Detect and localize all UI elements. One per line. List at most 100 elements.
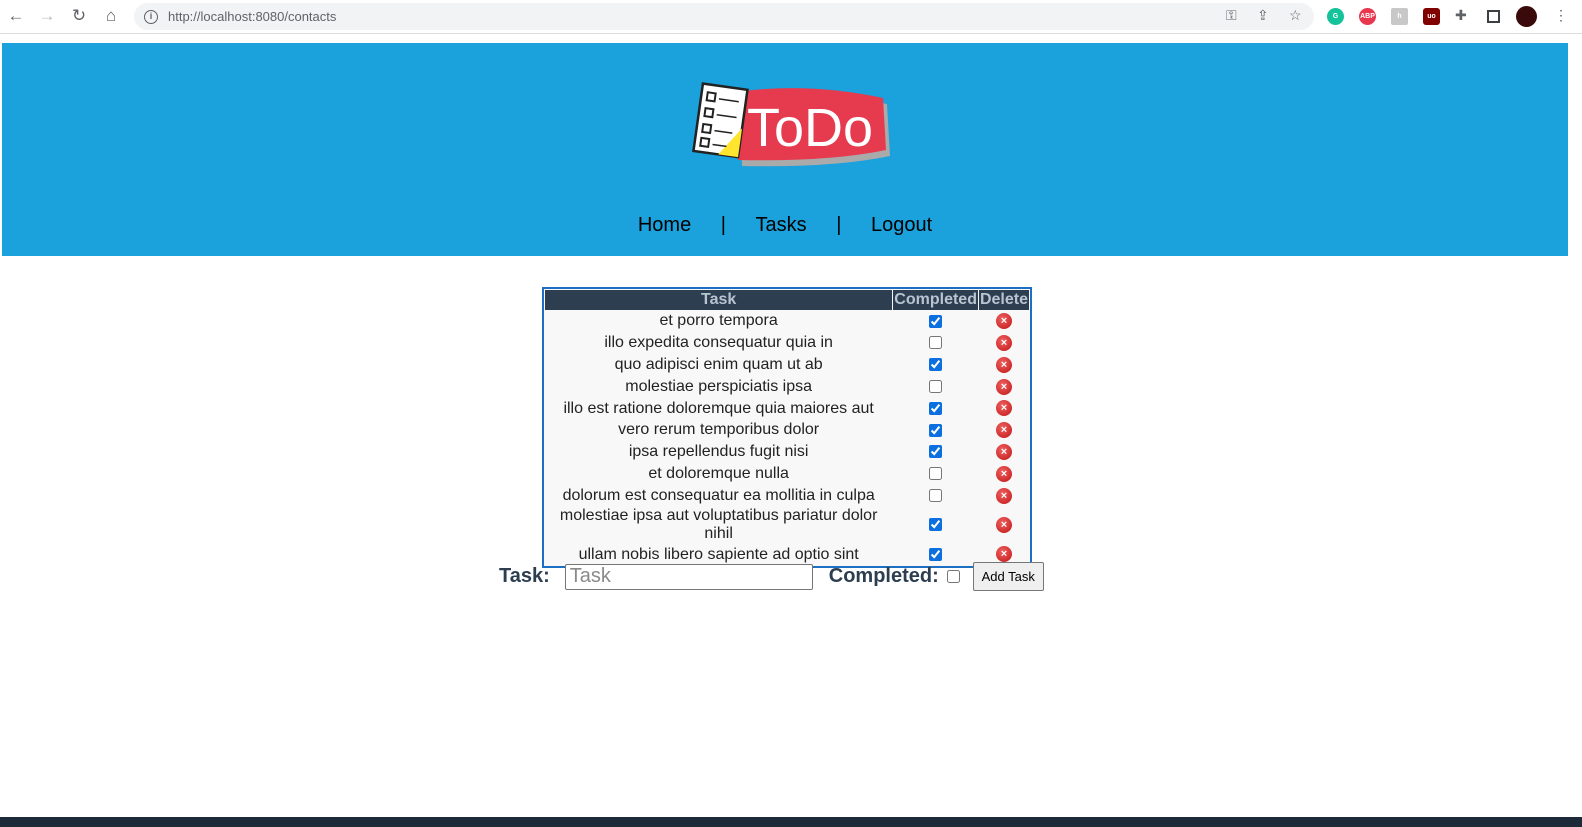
extension-icon[interactable]: h (1391, 8, 1408, 25)
task-name: dolorum est consequatur ea mollitia in c… (562, 486, 875, 504)
task-label: Task: (499, 565, 550, 587)
table-row: et doloremque nulla × (545, 464, 1029, 485)
url-path: :8080/contacts (251, 9, 337, 24)
completed-checkbox[interactable] (946, 570, 960, 583)
add-task-button[interactable]: Add Task (972, 562, 1044, 591)
task-name: illo expedita consequatur quia in (604, 334, 833, 352)
table-row: dolorum est consequatur ea mollitia in c… (545, 485, 1029, 506)
task-name: quo adipisci enim quam ut ab (614, 355, 823, 373)
table-row: illo expedita consequatur quia in × (545, 333, 1029, 354)
delete-icon[interactable]: × (995, 313, 1012, 330)
task-name: et porro tempora (659, 312, 778, 330)
ublock-icon[interactable]: uo (1423, 8, 1440, 25)
address-bar[interactable]: i http://localhost:8080/contacts (134, 3, 1314, 30)
task-name: illo est ratione doloremque quia maiores… (563, 399, 874, 417)
nav-tasks[interactable]: Tasks (756, 214, 807, 236)
puzzle-icon[interactable]: ✚ (1455, 7, 1467, 24)
delete-icon[interactable]: × (995, 465, 1012, 482)
delete-icon[interactable]: × (995, 334, 1012, 351)
task-name: ipsa repellendus fugit nisi (628, 443, 809, 461)
reload-icon[interactable]: ↻ (68, 6, 90, 26)
delete-cell: × (979, 464, 1029, 485)
delete-cell: × (979, 507, 1029, 543)
avatar[interactable] (1516, 6, 1537, 27)
task-name: et doloremque nulla (648, 464, 789, 482)
delete-icon[interactable]: × (995, 516, 1012, 533)
sidepanel-icon[interactable] (1487, 10, 1500, 23)
table-row: molestiae perspiciatis ipsa × (545, 376, 1029, 397)
url-host: http://localhost (168, 9, 252, 24)
completed-checkbox[interactable] (929, 380, 943, 394)
key-icon[interactable]: ⚿ (1226, 7, 1237, 24)
grammarly-icon[interactable]: G (1327, 8, 1344, 25)
adblock-icon[interactable]: ABP (1359, 8, 1376, 25)
nav-separator: | (836, 214, 842, 236)
header-delete: Delete (978, 290, 1029, 310)
add-task-form: Task: Completed: Add Task (499, 562, 1044, 591)
completed-checkbox[interactable] (929, 336, 943, 350)
completed-cell (893, 398, 978, 419)
browser-toolbar: ← → ↻ ⌂ i http://localhost:8080/contacts… (0, 0, 1582, 34)
table-row: ipsa repellendus fugit nisi × (545, 442, 1029, 463)
delete-icon[interactable]: × (995, 422, 1012, 439)
completed-cell (893, 355, 978, 376)
menu-icon[interactable]: ⋮ (1554, 7, 1568, 24)
forward-icon[interactable]: → (36, 6, 58, 26)
delete-icon[interactable]: × (995, 356, 1012, 373)
nav-separator: | (720, 214, 726, 236)
delete-cell: × (979, 485, 1029, 506)
task-name: molestiae ipsa aut voluptatibus pariatur… (559, 507, 878, 543)
delete-icon[interactable]: × (995, 546, 1012, 563)
completed-checkbox[interactable] (929, 467, 943, 481)
main-nav: Home | Tasks | Logout (2, 214, 1568, 237)
completed-checkbox[interactable] (929, 401, 943, 415)
tasks-table: Task Completed Delete et porro tempora ×… (542, 287, 1032, 568)
header-task: Task (545, 290, 893, 310)
completed-cell (893, 485, 978, 506)
completed-checkbox[interactable] (929, 547, 943, 561)
completed-cell (893, 311, 978, 332)
delete-icon[interactable]: × (995, 378, 1012, 395)
completed-checkbox[interactable] (929, 518, 943, 532)
task-name: molestiae perspiciatis ipsa (625, 377, 813, 395)
star-icon[interactable]: ☆ (1289, 7, 1302, 24)
svg-text:ToDo: ToDo (747, 98, 873, 158)
table-row: molestiae ipsa aut voluptatibus pariatur… (545, 507, 1029, 543)
completed-cell (893, 333, 978, 354)
table-row: quo adipisci enim quam ut ab × (545, 355, 1029, 376)
task-input[interactable] (564, 563, 813, 590)
info-icon[interactable]: i (144, 9, 158, 24)
task-name: vero rerum temporibus dolor (618, 421, 820, 439)
delete-icon[interactable]: × (995, 487, 1012, 504)
completed-cell (893, 442, 978, 463)
completed-checkbox[interactable] (929, 489, 943, 503)
nav-logout[interactable]: Logout (871, 214, 932, 236)
taskbar-edge (0, 817, 1582, 827)
todo-logo: ToDo (692, 82, 890, 167)
table-row: vero rerum temporibus dolor × (545, 420, 1029, 441)
completed-cell (893, 376, 978, 397)
completed-label: Completed: (828, 565, 939, 587)
completed-checkbox[interactable] (929, 314, 943, 328)
delete-cell: × (979, 311, 1029, 332)
delete-cell: × (979, 398, 1029, 419)
share-icon[interactable]: ⇪ (1257, 7, 1269, 24)
completed-cell (893, 507, 978, 543)
nav-home[interactable]: Home (638, 214, 691, 236)
url-text[interactable]: http://localhost:8080/contacts (168, 9, 336, 24)
completed-checkbox[interactable] (929, 358, 943, 372)
home-icon[interactable]: ⌂ (100, 6, 122, 26)
delete-icon[interactable]: × (995, 443, 1012, 460)
delete-cell: × (979, 355, 1029, 376)
completed-checkbox[interactable] (929, 445, 943, 459)
header-completed: Completed (893, 290, 978, 310)
back-icon[interactable]: ← (5, 6, 27, 26)
delete-cell: × (979, 420, 1029, 441)
table-row: et porro tempora × (545, 311, 1029, 332)
delete-icon[interactable]: × (995, 400, 1012, 417)
completed-checkbox[interactable] (929, 423, 943, 437)
completed-cell (893, 420, 978, 441)
site-header: ToDo Home | Tasks | Logout (2, 43, 1568, 256)
delete-cell: × (979, 442, 1029, 463)
delete-cell: × (979, 376, 1029, 397)
